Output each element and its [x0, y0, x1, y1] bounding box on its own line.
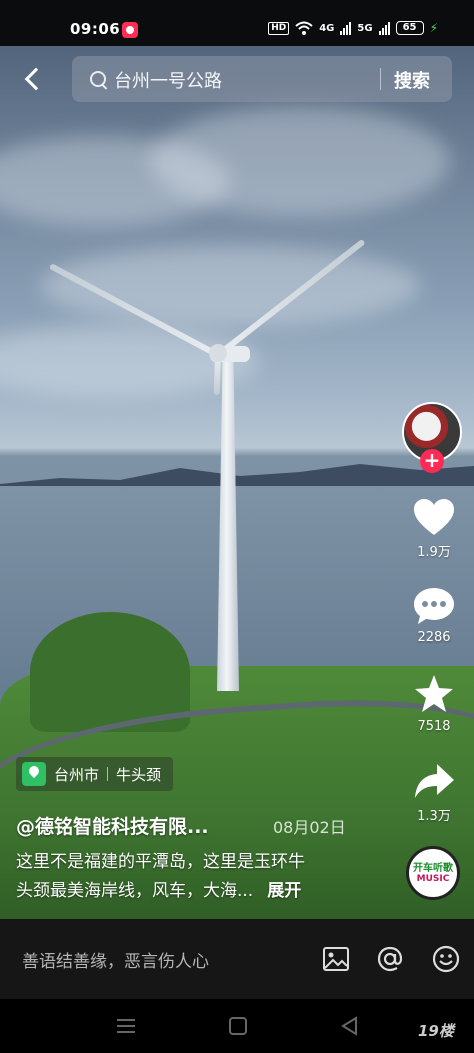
search-divider — [380, 68, 381, 90]
expand-button[interactable]: 展开 — [267, 881, 301, 901]
mention-icon[interactable] — [376, 945, 404, 973]
comment-icon[interactable] — [413, 586, 455, 626]
battery-icon: 65 — [395, 21, 424, 35]
site-watermark: 19楼 — [418, 1022, 454, 1040]
search-button[interactable]: 搜索 — [394, 67, 430, 93]
emoji-icon[interactable] — [432, 945, 460, 973]
home-nav-icon[interactable] — [226, 1015, 250, 1037]
description-line: 这里不是福建的平潭岛，这里是玉环牛 — [16, 852, 305, 872]
system-nav-bar: 19楼 — [0, 999, 474, 1053]
share-count: 1.3万 — [417, 809, 451, 824]
music-sublabel: MUSIC — [416, 874, 450, 884]
status-bar: 09:06 HD 4G 5G 65 ⚡ — [0, 0, 474, 46]
network-5g-label: 5G — [357, 22, 373, 34]
network-4g-label: 4G — [319, 22, 335, 34]
status-indicators: HD 4G 5G 65 ⚡ — [268, 21, 438, 35]
search-icon — [90, 71, 106, 87]
distant-mountains — [0, 464, 474, 488]
menu-nav-icon[interactable] — [114, 1015, 138, 1037]
location-divider — [107, 767, 109, 781]
location-pin-icon — [22, 762, 46, 786]
comment-count: 2286 — [417, 630, 451, 645]
heart-icon[interactable] — [413, 498, 455, 538]
image-icon[interactable] — [322, 945, 350, 973]
back-button[interactable] — [18, 64, 48, 94]
charging-icon: ⚡ — [429, 21, 438, 35]
post-date: 08月02日 — [273, 818, 346, 837]
location-chip[interactable]: 台州市 牛头颈 — [16, 757, 174, 791]
turbine-hub — [209, 344, 227, 362]
star-icon[interactable] — [413, 674, 455, 714]
comment-bar: 善语结善缘，恶言伤人心 — [0, 919, 474, 999]
post-description: 这里不是福建的平潭岛，这里是玉环牛 头颈最美海岸线，风车，大海... 展开 — [16, 848, 366, 906]
hd-icon: HD — [268, 21, 290, 35]
signal-icon — [378, 21, 390, 35]
follow-plus-icon[interactable]: + — [420, 449, 444, 473]
back-nav-icon[interactable] — [338, 1015, 362, 1037]
comment-input[interactable]: 善语结善缘，恶言伤人心 — [22, 947, 209, 972]
location-place: 牛头颈 — [116, 765, 162, 784]
location-city: 台州市 — [54, 765, 100, 784]
favorite-count: 7518 — [417, 719, 451, 734]
signal-icon — [340, 21, 352, 35]
author-name[interactable]: @德铭智能科技有限... — [16, 812, 209, 839]
music-label: 开车听歌 — [413, 863, 453, 874]
app-notification-icon — [122, 22, 138, 38]
like-count: 1.9万 — [417, 545, 451, 560]
share-icon[interactable] — [413, 762, 455, 802]
wind-turbine-tower — [217, 361, 239, 691]
screen: 09:06 HD 4G 5G 65 ⚡ 台州一号公路 搜索 + 1.9万 228… — [0, 0, 474, 1053]
description-line: 头颈最美海岸线，风车，大海... — [16, 881, 254, 901]
music-disc[interactable]: 开车听歌 MUSIC — [406, 846, 460, 900]
wifi-icon — [295, 21, 313, 35]
status-time: 09:06 — [70, 20, 121, 38]
search-bar[interactable]: 台州一号公路 搜索 — [72, 56, 452, 102]
search-input[interactable]: 台州一号公路 — [114, 67, 222, 93]
